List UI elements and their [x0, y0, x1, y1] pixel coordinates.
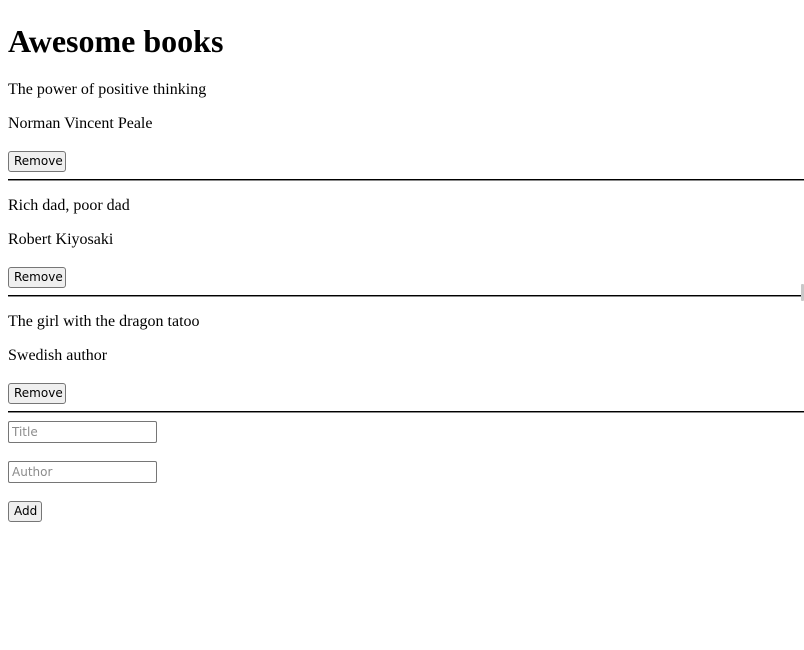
- title-input[interactable]: [8, 421, 157, 443]
- book-title: Rich dad, poor dad: [8, 197, 130, 214]
- book-divider: [8, 179, 804, 181]
- book-item: The power of positive thinking Norman Vi…: [0, 81, 804, 197]
- book-divider: [8, 411, 804, 413]
- book-author: Norman Vincent Peale: [8, 115, 153, 132]
- remove-button[interactable]: Remove: [8, 383, 66, 404]
- book-item: The girl with the dragon tatoo Swedish a…: [0, 313, 804, 429]
- book-author: Swedish author: [8, 347, 108, 364]
- page-title: Awesome books: [8, 23, 224, 59]
- remove-button[interactable]: Remove: [8, 267, 66, 288]
- book-title: The power of positive thinking: [8, 81, 207, 98]
- book-title: The girl with the dragon tatoo: [8, 313, 200, 330]
- book-item: Rich dad, poor dad Robert Kiyosaki Remov…: [0, 197, 804, 313]
- book-divider: [8, 295, 804, 297]
- author-input[interactable]: [8, 461, 157, 483]
- book-author: Robert Kiyosaki: [8, 231, 114, 248]
- add-button[interactable]: Add: [8, 501, 42, 522]
- remove-button[interactable]: Remove: [8, 151, 66, 172]
